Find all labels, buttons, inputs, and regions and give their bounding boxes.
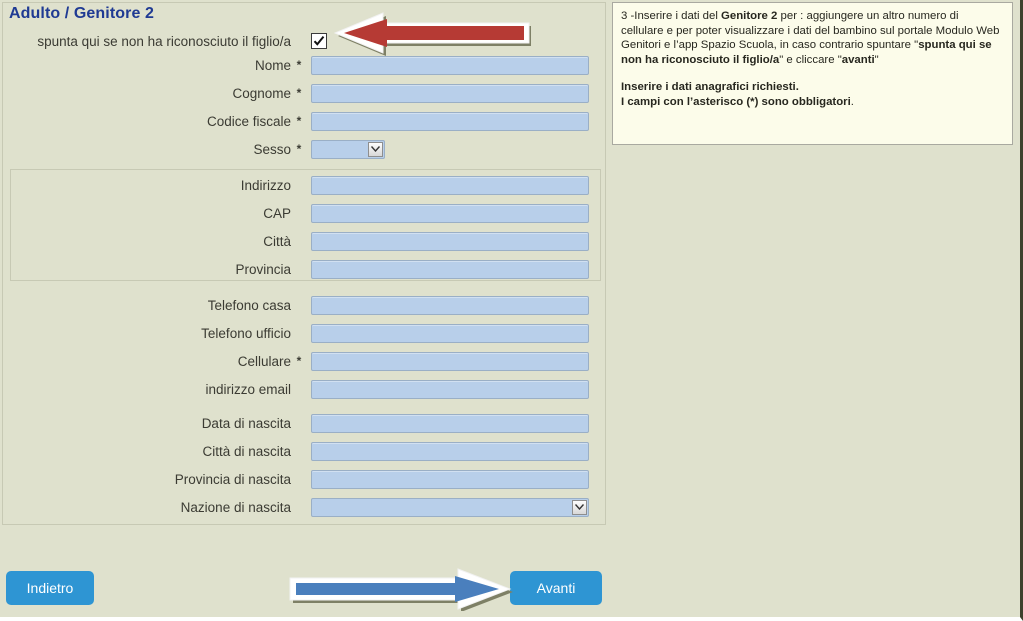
instr-genitore2-bold: Genitore 2 xyxy=(721,10,778,22)
instr-avanti-bold: avanti xyxy=(841,53,875,66)
field-label: CAP xyxy=(263,205,291,221)
instr-line2-prefix: e l’app Spazio Scuola, in caso contrario… xyxy=(660,39,919,52)
form-row: Città di nascita xyxy=(3,441,603,461)
instr-line2-mid: " e cliccare " xyxy=(779,53,842,66)
form-row: indirizzo email xyxy=(3,379,603,399)
field-label: Sesso xyxy=(253,141,291,157)
not-recognized-child-checkbox[interactable] xyxy=(311,33,327,49)
form-row: Provincia xyxy=(3,259,603,279)
instructions-paragraph-1: 3 -Inserire i dati del Genitore 2 per : … xyxy=(621,9,1004,67)
field-label: Indirizzo xyxy=(240,177,291,193)
not-recognized-child-label: spunta qui se non ha riconosciuto il fig… xyxy=(37,33,291,49)
form-row: Cognome * xyxy=(3,83,603,103)
input-cap[interactable] xyxy=(311,203,589,223)
input-indirizzo-email[interactable] xyxy=(311,379,589,399)
input-telefono-casa[interactable] xyxy=(311,295,589,315)
input-indirizzo[interactable] xyxy=(311,175,589,195)
instr-asterisk-line: I campi con l’asterisco (*) sono obbliga… xyxy=(621,95,1004,110)
field-label: indirizzo email xyxy=(205,381,291,397)
next-button[interactable]: Avanti xyxy=(510,571,602,605)
input-cellulare[interactable] xyxy=(311,351,589,371)
form-row: Città xyxy=(3,231,603,251)
form-row: CAP xyxy=(3,203,603,223)
page-root: Adulto / Genitore 2 spunta qui se non ha… xyxy=(0,0,1023,621)
form-row: Indirizzo xyxy=(3,175,603,195)
instr-required-data-line: Inserire i dati anagrafici richiesti. xyxy=(621,81,799,94)
field-label: Telefono casa xyxy=(207,297,291,313)
field-label: Provincia xyxy=(235,261,291,277)
field-label: Data di nascita xyxy=(201,415,291,431)
form-row: Cellulare * xyxy=(3,351,603,371)
required-asterisk: * xyxy=(296,114,302,128)
field-label: Nome xyxy=(254,57,291,73)
required-asterisk: * xyxy=(296,58,302,72)
form-row: Codice fiscale * xyxy=(3,111,603,131)
required-asterisk: * xyxy=(296,142,302,156)
input-codice-fiscale[interactable] xyxy=(311,111,589,131)
form-row: Sesso * xyxy=(3,139,603,159)
field-label: Cognome xyxy=(232,85,291,101)
field-label: Città xyxy=(263,233,291,249)
form-row: Telefono ufficio xyxy=(3,323,603,343)
instr-asterisk-text: I campi con l’asterisco (*) sono obbliga… xyxy=(621,96,851,109)
chevron-down-icon[interactable] xyxy=(572,499,587,515)
input-telefono-ufficio[interactable] xyxy=(311,323,589,343)
field-label: Provincia di nascita xyxy=(174,471,291,487)
input-data-di-nascita[interactable] xyxy=(311,413,589,433)
page-title: Adulto / Genitore 2 xyxy=(9,5,155,22)
field-label: Codice fiscale xyxy=(206,113,291,129)
input-cognome[interactable] xyxy=(311,83,589,103)
form-row: Telefono casa xyxy=(3,295,603,315)
form-row: Provincia di nascita xyxy=(3,469,603,489)
adult-parent2-form-panel: Adulto / Genitore 2 spunta qui se non ha… xyxy=(2,2,606,525)
input-citt[interactable] xyxy=(311,231,589,251)
required-asterisk: * xyxy=(296,86,302,100)
field-label: Cellulare xyxy=(237,353,291,369)
instr-line1-prefix: 3 -Inserire i dati del xyxy=(621,10,722,22)
field-label: Nazione di nascita xyxy=(180,499,291,515)
form-row: Data di nascita xyxy=(3,413,603,433)
instructions-paragraph-2: Inserire i dati anagrafici richiesti. I … xyxy=(621,80,1004,110)
field-label: Telefono ufficio xyxy=(201,325,291,341)
select-nazione-di-nascita[interactable] xyxy=(311,497,589,517)
input-citt-di-nascita[interactable] xyxy=(311,441,589,461)
input-provincia[interactable] xyxy=(311,259,589,279)
required-asterisk: * xyxy=(296,354,302,368)
field-label: Città di nascita xyxy=(202,443,291,459)
instructions-panel: 3 -Inserire i dati del Genitore 2 per : … xyxy=(612,2,1013,145)
back-button[interactable]: Indietro xyxy=(6,571,94,605)
select-sesso[interactable] xyxy=(311,139,385,159)
form-row: Nome * xyxy=(3,55,603,75)
chevron-down-icon[interactable] xyxy=(368,141,383,157)
instr-line2-end: " xyxy=(874,53,879,66)
checkmark-icon xyxy=(313,35,325,46)
input-provincia-di-nascita[interactable] xyxy=(311,469,589,489)
instr-asterisk-period: . xyxy=(850,96,854,109)
blue-right-arrow-annotation xyxy=(288,568,513,611)
form-row: Nazione di nascita xyxy=(3,497,603,517)
input-nome[interactable] xyxy=(311,55,589,75)
red-left-arrow-annotation xyxy=(331,10,531,56)
